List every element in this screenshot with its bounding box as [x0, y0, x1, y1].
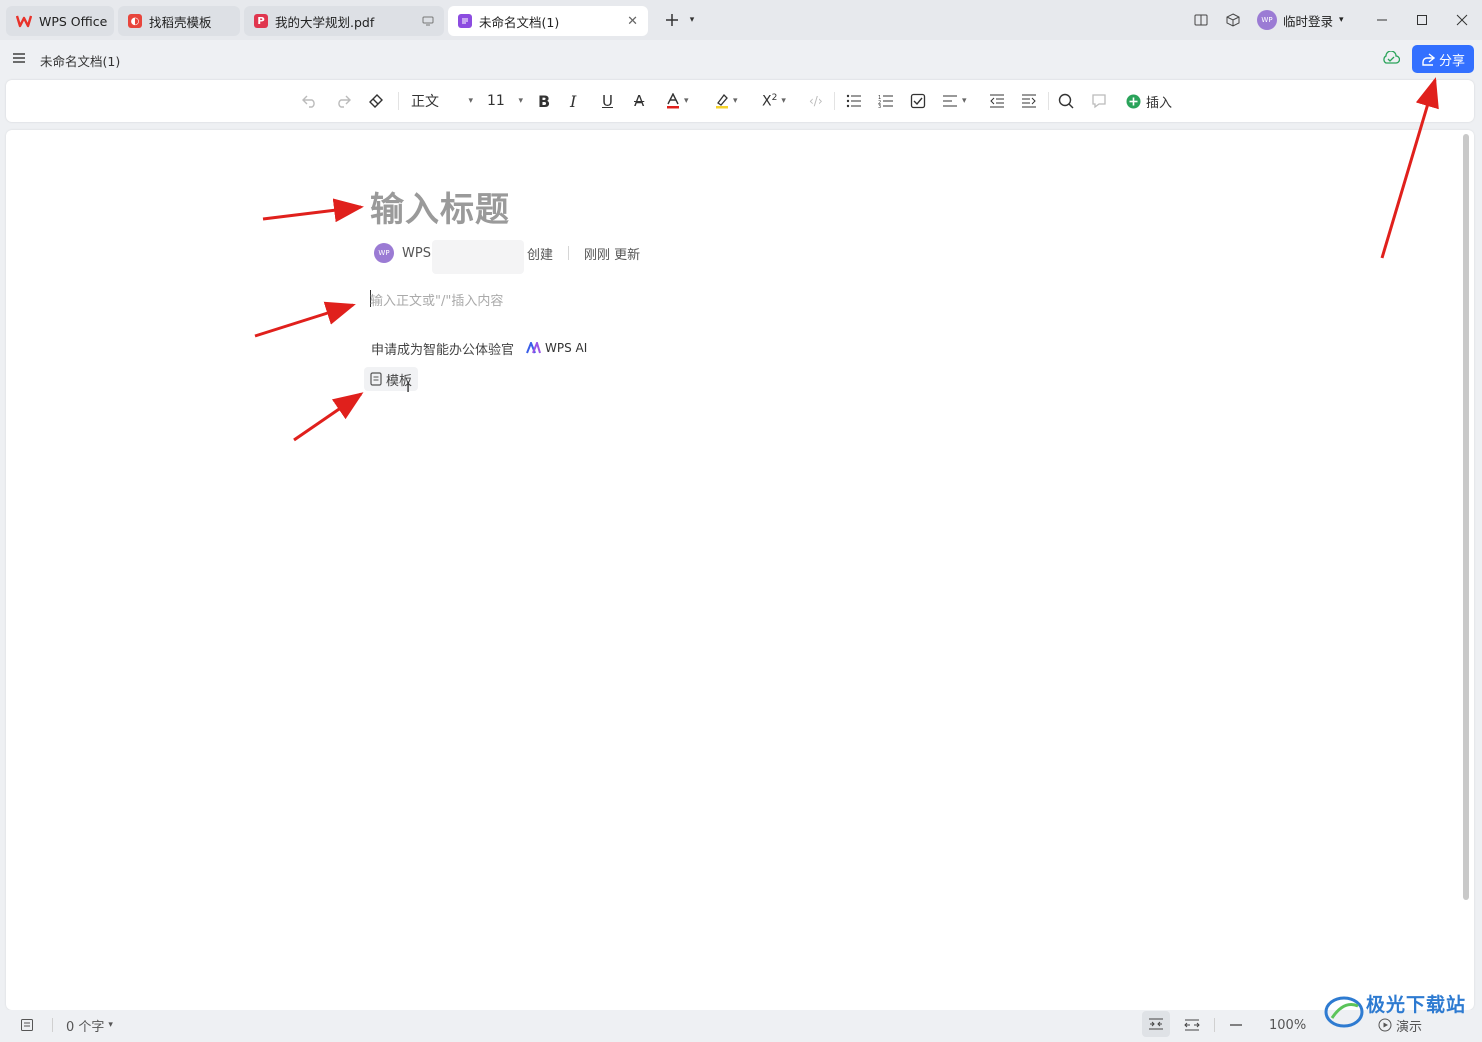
- compact-width-button[interactable]: [1142, 1011, 1170, 1037]
- status-divider: [1214, 1018, 1215, 1032]
- watermark-logo-icon: [1324, 994, 1364, 1030]
- present-button[interactable]: 演示: [1378, 1014, 1422, 1036]
- word-count-value: 0 个字: [66, 1019, 105, 1035]
- arrow-to-body: [254, 301, 356, 338]
- arrow-to-title: [262, 198, 364, 223]
- present-label: 演示: [1396, 1019, 1423, 1035]
- play-icon: [1378, 1018, 1392, 1032]
- arrow-to-share: [1380, 77, 1439, 259]
- zoom-out-button[interactable]: [1229, 1014, 1243, 1036]
- watermark-text: 极光下载站: [1366, 994, 1467, 1016]
- status-bar: [0, 1010, 1482, 1042]
- full-width-button[interactable]: [1184, 1014, 1200, 1036]
- zoom-level[interactable]: 100%: [1269, 1014, 1306, 1036]
- status-divider: [52, 1018, 53, 1032]
- chevron-down-icon: ▾: [108, 1020, 113, 1030]
- outline-icon[interactable]: [20, 1014, 34, 1036]
- arrow-to-template: [293, 392, 364, 442]
- annotation-arrows: [254, 77, 1439, 442]
- word-count[interactable]: 0 个字 ▾: [66, 1014, 113, 1036]
